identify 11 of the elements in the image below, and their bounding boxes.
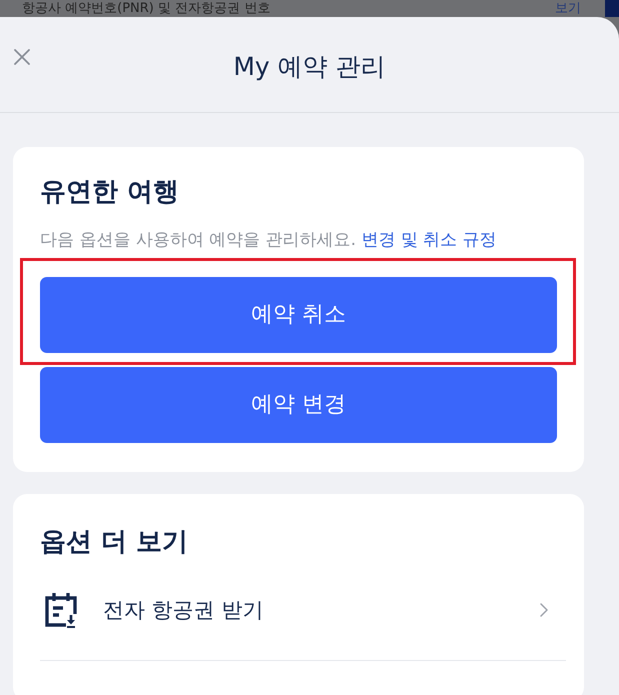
background-panel-edge bbox=[605, 0, 619, 17]
document-download-icon bbox=[44, 592, 78, 628]
menu-item[interactable]: 전자 항공권 받기 bbox=[40, 559, 566, 661]
policy-link[interactable]: 변경 및 취소 규정 bbox=[361, 230, 497, 250]
action-button[interactable]: 예약 취소 bbox=[40, 277, 557, 353]
card-title: 유연한 여행 bbox=[40, 176, 180, 209]
action-button[interactable]: 예약 변경 bbox=[40, 367, 557, 443]
sheet-title: My 예약 관리 bbox=[233, 50, 386, 82]
background-page-text: 항공사 예약번호(PNR) 및 전자항공권 번호 bbox=[22, 0, 270, 16]
card-title: 옵션 더 보기 bbox=[40, 526, 188, 559]
card-description: 다음 옵션을 사용하여 예약을 관리하세요. 변경 및 취소 규정 bbox=[40, 229, 497, 252]
